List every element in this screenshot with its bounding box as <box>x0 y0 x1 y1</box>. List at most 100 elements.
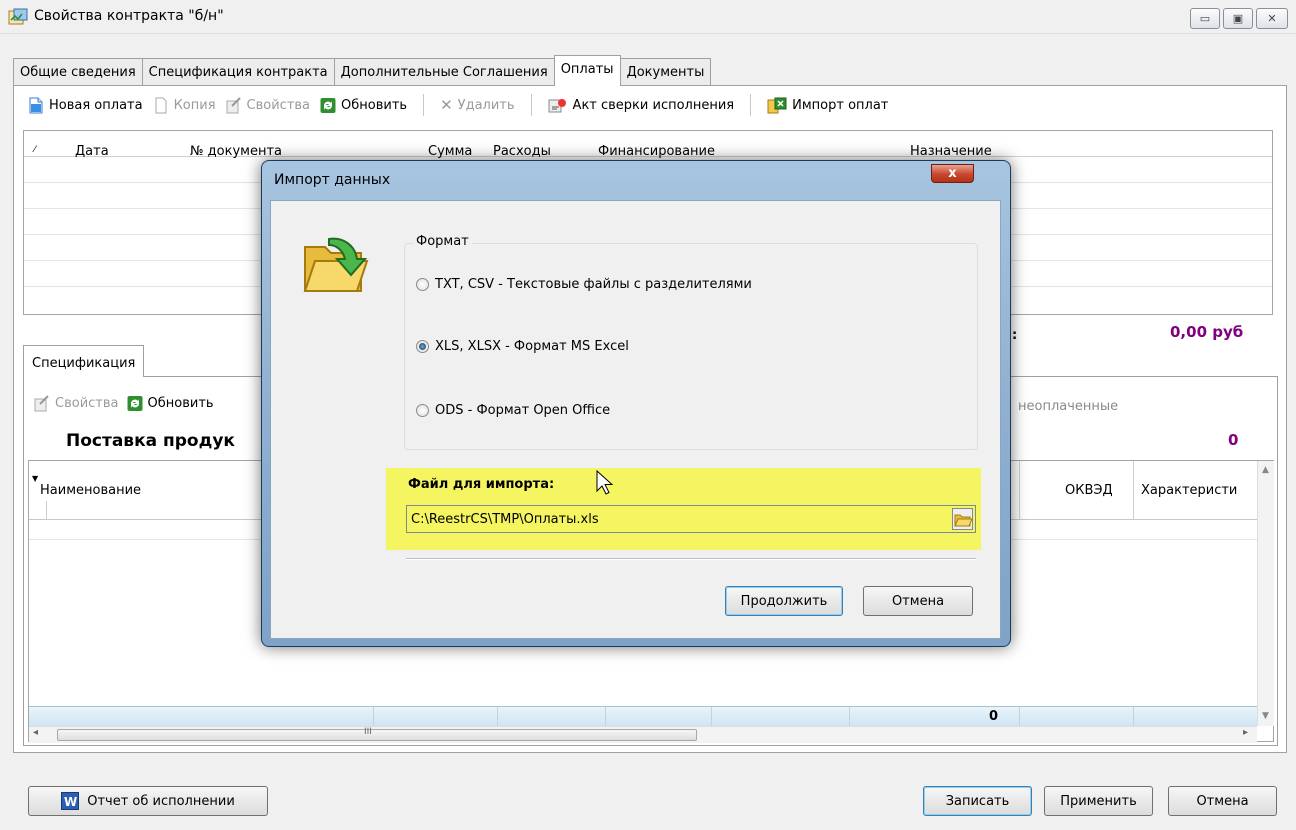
copy-icon <box>155 97 167 113</box>
maximize-button[interactable]: ▣ <box>1223 8 1253 29</box>
properties-label: Свойства <box>246 97 311 113</box>
new-document-icon <box>29 97 43 113</box>
spec-properties-button[interactable]: Свойства <box>34 395 119 412</box>
app-icon <box>8 8 28 25</box>
scroll-down-icon[interactable]: ▼ <box>1262 711 1269 721</box>
row-indicator <box>29 501 47 520</box>
properties-icon <box>34 395 49 412</box>
word-icon: W <box>61 792 80 810</box>
tab-spec[interactable]: Спецификация <box>23 345 145 377</box>
vertical-scrollbar[interactable]: ▲ ▼ <box>1257 461 1274 726</box>
close-icon: ✕ <box>1267 12 1277 25</box>
new-payment-label: Новая оплата <box>49 97 143 113</box>
continue-button[interactable]: Продолжить <box>725 586 843 616</box>
radio-ods[interactable]: ODS - Формат Open Office <box>416 403 610 418</box>
col-divider <box>1133 707 1134 727</box>
col-okved[interactable]: ОКВЭД <box>1065 483 1113 498</box>
col-purpose[interactable]: Назначение <box>910 144 992 159</box>
spec-count: 0 <box>1228 431 1239 449</box>
tab-payments[interactable]: Оплаты <box>553 55 621 86</box>
properties-icon <box>226 96 241 113</box>
radio-xls-xlsx[interactable]: XLS, XLSX - Формат MS Excel <box>416 339 629 354</box>
close-button[interactable]: ✕ <box>1256 8 1288 29</box>
dialog-cancel-button[interactable]: Отмена <box>863 586 973 616</box>
scroll-thumb[interactable]: III <box>57 727 697 741</box>
tab-specification[interactable]: Спецификация контракта <box>141 58 335 86</box>
minimize-button[interactable]: ▭ <box>1190 8 1220 29</box>
apply-button[interactable]: Применить <box>1044 786 1153 816</box>
col-financing[interactable]: Финансирование <box>598 144 715 159</box>
radio-selected-icon <box>416 340 429 353</box>
spec-title: Поставка продук <box>66 431 235 451</box>
col-divider <box>1019 461 1020 520</box>
refresh-button[interactable]: Обновить <box>320 97 407 114</box>
copy-label: Копия <box>173 97 216 113</box>
toolbar-separator <box>750 94 752 116</box>
dialog-title: Импорт данных <box>274 172 391 188</box>
file-path-input[interactable]: C:\ReestrCS\TMP\Оплаты.xls <box>406 505 976 533</box>
payments-toolbar: Новая оплата Копия Свойства Обновить ✕ У… <box>14 86 1286 124</box>
maximize-icon: ▣ <box>1232 12 1244 25</box>
horizontal-scrollbar[interactable]: ◂ III ▸ <box>29 726 1257 743</box>
toolbar-separator <box>530 94 532 116</box>
scroll-grip: III <box>364 727 372 737</box>
spec-properties-label: Свойства <box>55 396 119 411</box>
report-button[interactable]: W Отчет об исполнении <box>28 786 268 816</box>
col-doc-number[interactable]: № документа <box>190 144 282 159</box>
browse-folder-icon[interactable] <box>952 508 973 530</box>
file-label: Файл для импорта: <box>408 477 555 492</box>
total-label: : <box>1012 328 1018 343</box>
unpaid-filter[interactable]: неоплаченные <box>1018 399 1118 414</box>
col-divider <box>1019 707 1020 727</box>
copy-button[interactable]: Копия <box>153 97 216 114</box>
import-dialog: Импорт данных x Формат TXT, CSV - Тексто… <box>261 160 1011 647</box>
new-payment-button[interactable]: Новая оплата <box>28 97 143 114</box>
scroll-left-icon[interactable]: ◂ <box>33 727 38 738</box>
delete-button[interactable]: ✕ Удалить <box>440 96 514 114</box>
refresh-icon <box>127 396 142 411</box>
reconciliation-icon <box>548 98 566 112</box>
spec-refresh-label: Обновить <box>147 396 214 411</box>
save-button[interactable]: Записать <box>923 786 1032 816</box>
dropdown-icon[interactable]: ▼ <box>32 474 38 483</box>
col-divider <box>373 707 374 727</box>
refresh-icon <box>320 97 336 113</box>
cancel-button[interactable]: Отмена <box>1168 786 1277 816</box>
col-divider <box>605 707 606 727</box>
report-label: Отчет об исполнении <box>87 793 235 809</box>
radio-txt-csv[interactable]: TXT, CSV - Текстовые файлы с разделителя… <box>416 277 752 292</box>
spec-toolbar: Свойства Обновить <box>34 395 214 412</box>
col-divider <box>497 707 498 727</box>
contract-window: Свойства контракта "б/н" ▭ ▣ ✕ Общие све… <box>0 0 1296 830</box>
radio-icon <box>416 278 429 291</box>
import-payments-label: Импорт оплат <box>792 97 889 113</box>
col-divider <box>849 707 850 727</box>
sort-icon: ⁄ <box>34 145 36 155</box>
col-amount[interactable]: Сумма <box>428 144 472 159</box>
tab-bar: Общие сведения Спецификация контракта До… <box>13 55 712 86</box>
scroll-up-icon[interactable]: ▲ <box>1262 465 1269 475</box>
reconciliation-act-button[interactable]: Акт сверки исполнения <box>548 97 735 114</box>
tab-agreements[interactable]: Дополнительные Соглашения <box>333 58 555 86</box>
scroll-right-icon[interactable]: ▸ <box>1243 727 1248 738</box>
title-bar: Свойства контракта "б/н" ▭ ▣ ✕ <box>0 0 1296 34</box>
radio-xls-label: XLS, XLSX - Формат MS Excel <box>435 339 629 354</box>
format-label: Формат <box>413 234 472 249</box>
spec-refresh-button[interactable]: Обновить <box>127 395 214 412</box>
payments-grid-header: ⁄ Дата № документа Сумма Расходы Финанси… <box>24 131 1272 159</box>
footer-total: 0 <box>989 709 999 724</box>
col-name[interactable]: Наименование <box>40 483 141 498</box>
svg-text:W: W <box>64 795 77 809</box>
properties-button[interactable]: Свойства <box>226 96 311 114</box>
tab-general[interactable]: Общие сведения <box>13 58 143 86</box>
delete-label: Удалить <box>457 97 515 113</box>
col-date[interactable]: Дата <box>75 144 109 159</box>
dialog-close-button[interactable]: x <box>931 164 974 183</box>
minimize-icon: ▭ <box>1199 12 1211 25</box>
reconciliation-label: Акт сверки исполнения <box>572 97 735 113</box>
import-payments-button[interactable]: Импорт оплат <box>767 97 888 114</box>
window-title: Свойства контракта "б/н" <box>34 8 224 24</box>
col-expenses[interactable]: Расходы <box>493 144 551 159</box>
tab-documents[interactable]: Документы <box>619 58 712 86</box>
col-characteristics[interactable]: Характеристи <box>1141 483 1257 498</box>
